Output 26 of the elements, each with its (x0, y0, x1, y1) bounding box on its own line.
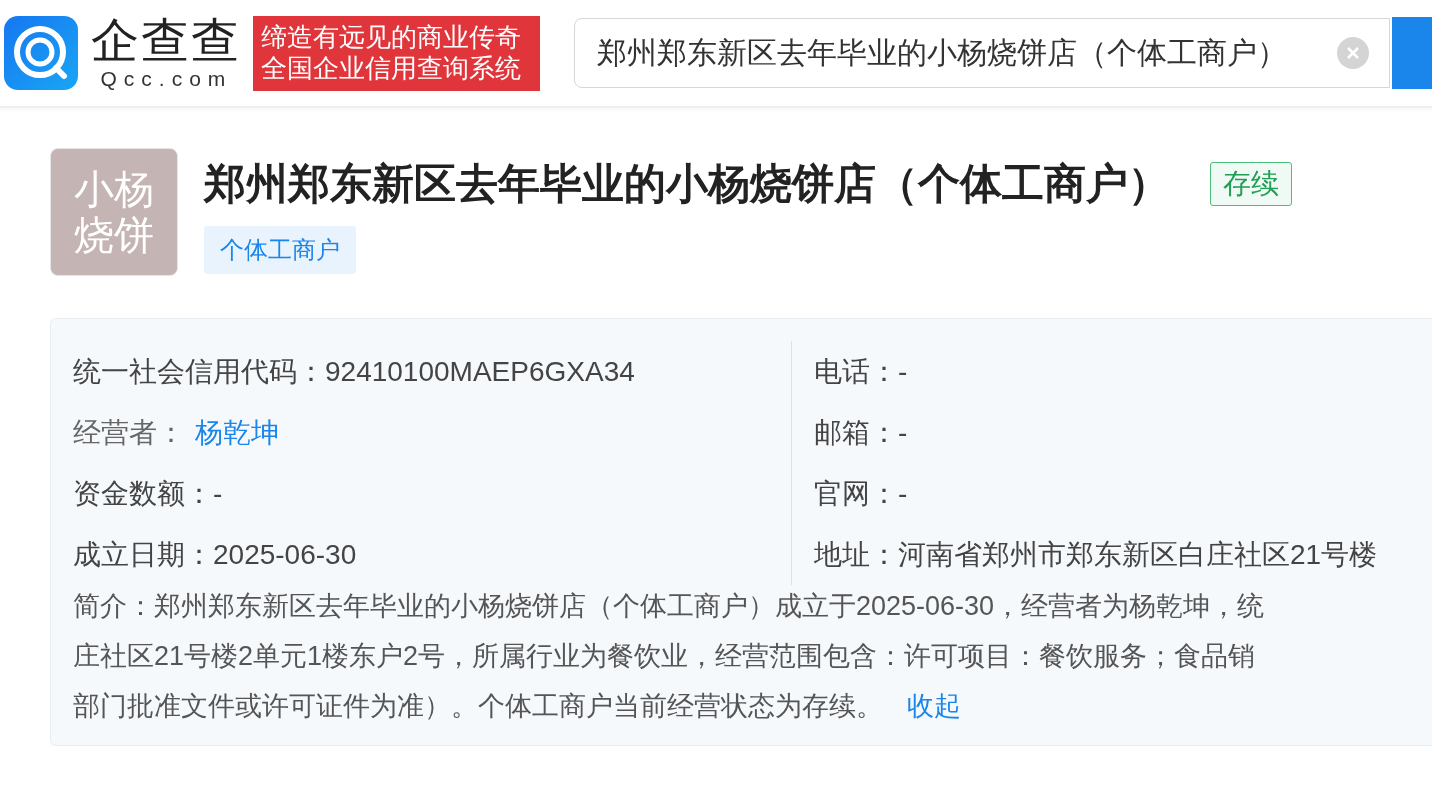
search-button[interactable] (1392, 17, 1432, 89)
intro-text: 部门批准文件或许可证件为准）。个体工商户当前经营状态为存续。 (73, 691, 883, 721)
operator-link[interactable]: 杨乾坤 (195, 417, 279, 448)
search-field[interactable]: 郑州郑东新区去年毕业的小杨烧饼店（个体工商户） (574, 18, 1390, 88)
collapse-link[interactable]: 收起 (907, 691, 961, 721)
info-field: 资金数额：- (73, 463, 791, 524)
company-name: 郑州郑东新区去年毕业的小杨烧饼店（个体工商户） (204, 159, 1170, 209)
slogan-text: 全国企业信用查询系统 (260, 53, 522, 84)
logo-text: 企查查 (91, 15, 242, 67)
info-field: 官网：- (814, 463, 1432, 524)
info-field: 成立日期：2025-06-30 (73, 524, 791, 585)
logo-domain: Qcc.com (100, 67, 233, 91)
intro-text: 庄社区21号楼2单元1楼东户2号，所属行业为餐饮业，经营范围包含：许可项目：餐饮服务；食品销 (73, 641, 1256, 671)
info-field: 邮箱：- (814, 402, 1432, 463)
type-tag: 个体工商户 (204, 226, 356, 274)
logo-icon (4, 16, 78, 90)
info-field: 统一社会信用代码：92410100MAEP6GXA34 (73, 341, 791, 402)
clear-icon[interactable] (1337, 37, 1369, 69)
field-label: 经营者： (73, 417, 185, 448)
status-tag: 存续 (1210, 162, 1292, 206)
intro-text: 简介：郑州郑东新区去年毕业的小杨烧饼店（个体工商户）成立于2025-06-30，经营者为杨乾坤，统 (73, 591, 1265, 621)
avatar-text: 小杨 (74, 166, 154, 212)
avatar-text: 烧饼 (74, 212, 154, 258)
slogan-text: 缔造有远见的商业传奇 (260, 22, 522, 53)
info-field: 电话：- (814, 341, 1432, 402)
info-field: 地址：河南省郑州市郑东新区白庄社区21号楼 (814, 524, 1432, 585)
